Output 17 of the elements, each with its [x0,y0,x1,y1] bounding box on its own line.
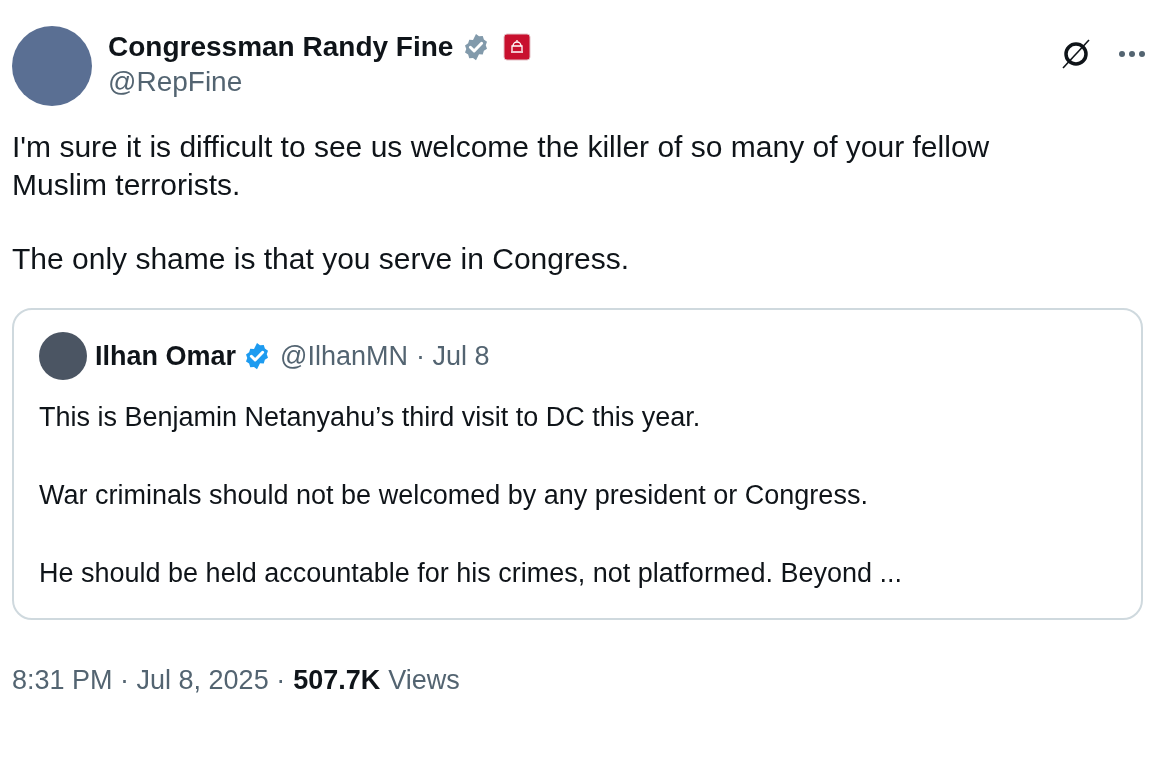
views-label: Views [388,664,460,697]
author-handle[interactable]: @RepFine [108,64,532,100]
avatar-photo-placeholder[interactable] [39,332,87,380]
post-text: The only shame is that you serve in Congress. [12,241,630,277]
post-timestamp[interactable]: 8:31 PM · Jul 8, 2025 · [12,660,286,701]
author-name[interactable]: Congressman Randy Fine [108,30,454,64]
quoted-author-name[interactable]: Ilhan Omar [95,335,237,377]
quoted-post-text: He should be held accountable for his crimes, not platformed. Beyond ... [39,557,903,590]
post-text: I'm sure it is difficult to see us welcome the killer of so many of your fellow Muslim terrorists. [12,129,991,203]
quoted-post-text: This is Benjamin Netanyahu’s third visit to DC this year. [39,401,702,434]
more-icon[interactable] [1118,50,1146,58]
quoted-author-handle[interactable]: @IlhanMN [280,335,408,377]
quoted-post-date[interactable]: · Jul 8 [416,335,490,377]
quoted-post-card[interactable] [12,308,1143,620]
capitol-icon [503,33,532,61]
quoted-post-text: War criminals should not be welcomed by any president or Congress. [39,479,869,512]
views-count: 507.7K [293,664,381,697]
